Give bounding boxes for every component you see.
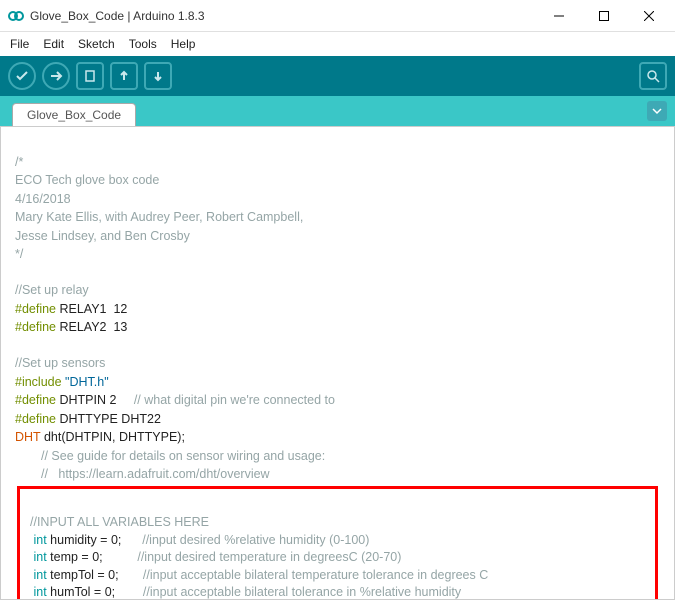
- code-text: RELAY1 12: [56, 302, 127, 316]
- comment: ECO Tech glove box code: [15, 173, 159, 187]
- menu-edit[interactable]: Edit: [37, 35, 70, 53]
- highlight-box: //INPUT ALL VARIABLES HERE int humidity …: [17, 486, 658, 600]
- comment: //INPUT ALL VARIABLES HERE: [30, 515, 209, 529]
- comment: */: [15, 247, 23, 261]
- upload-button[interactable]: [42, 62, 70, 90]
- directive: #define: [15, 393, 56, 407]
- keyword: int: [33, 568, 46, 582]
- comment: Mary Kate Ellis, with Audrey Peer, Rober…: [15, 210, 303, 224]
- string: "DHT.h": [62, 375, 109, 389]
- new-button[interactable]: [76, 62, 104, 90]
- verify-button[interactable]: [8, 62, 36, 90]
- comment: // what digital pin we're connected to: [134, 393, 335, 407]
- menu-sketch[interactable]: Sketch: [72, 35, 121, 53]
- code-text: DHTTYPE DHT22: [56, 412, 161, 426]
- comment: //Set up relay: [15, 283, 89, 297]
- window-title: Glove_Box_Code | Arduino 1.8.3: [30, 9, 536, 23]
- code-text: RELAY2 13: [56, 320, 127, 334]
- comment: // https://learn.adafruit.com/dht/overvi…: [41, 467, 270, 481]
- code-text: humTol = 0;: [47, 585, 115, 599]
- comment: 4/16/2018: [15, 192, 71, 206]
- code-text: tempTol = 0;: [47, 568, 119, 582]
- keyword: int: [33, 550, 46, 564]
- code-text: dht(DHTPIN, DHTTYPE);: [40, 430, 184, 444]
- comment: /*: [15, 155, 23, 169]
- serial-monitor-button[interactable]: [639, 62, 667, 90]
- directive: #define: [15, 320, 56, 334]
- menu-tools[interactable]: Tools: [123, 35, 163, 53]
- code-text: temp = 0;: [47, 550, 103, 564]
- type: DHT: [15, 430, 40, 444]
- comment: //input acceptable bilateral tolerance i…: [115, 585, 461, 599]
- window-controls: [536, 1, 671, 31]
- directive: #include: [15, 375, 62, 389]
- comment: // See guide for details on sensor wirin…: [41, 449, 325, 463]
- keyword: int: [33, 585, 46, 599]
- code-text: humidity = 0;: [47, 533, 122, 547]
- tab-sketch[interactable]: Glove_Box_Code: [12, 103, 136, 126]
- titlebar: Glove_Box_Code | Arduino 1.8.3: [0, 0, 675, 32]
- code-content: /* ECO Tech glove box code 4/16/2018 Mar…: [1, 127, 674, 600]
- minimize-button[interactable]: [536, 1, 581, 31]
- directive: #define: [15, 412, 56, 426]
- tabbar: Glove_Box_Code: [0, 96, 675, 126]
- arduino-icon: [8, 8, 24, 24]
- comment: //input acceptable bilateral temperature…: [119, 568, 489, 582]
- code-editor[interactable]: /* ECO Tech glove box code 4/16/2018 Mar…: [0, 126, 675, 600]
- menu-help[interactable]: Help: [165, 35, 202, 53]
- save-button[interactable]: [144, 62, 172, 90]
- maximize-button[interactable]: [581, 1, 626, 31]
- keyword: int: [33, 533, 46, 547]
- directive: #define: [15, 302, 56, 316]
- comment: //input desired %relative humidity (0-10…: [121, 533, 369, 547]
- menu-file[interactable]: File: [4, 35, 35, 53]
- toolbar: [0, 56, 675, 96]
- comment: //Set up sensors: [15, 356, 105, 370]
- open-button[interactable]: [110, 62, 138, 90]
- comment: Jesse Lindsey, and Ben Crosby: [15, 229, 190, 243]
- close-button[interactable]: [626, 1, 671, 31]
- tab-dropdown[interactable]: [647, 101, 667, 121]
- code-text: DHTPIN 2: [56, 393, 134, 407]
- menubar: File Edit Sketch Tools Help: [0, 32, 675, 56]
- comment: //input desired temperature in degreesC …: [103, 550, 402, 564]
